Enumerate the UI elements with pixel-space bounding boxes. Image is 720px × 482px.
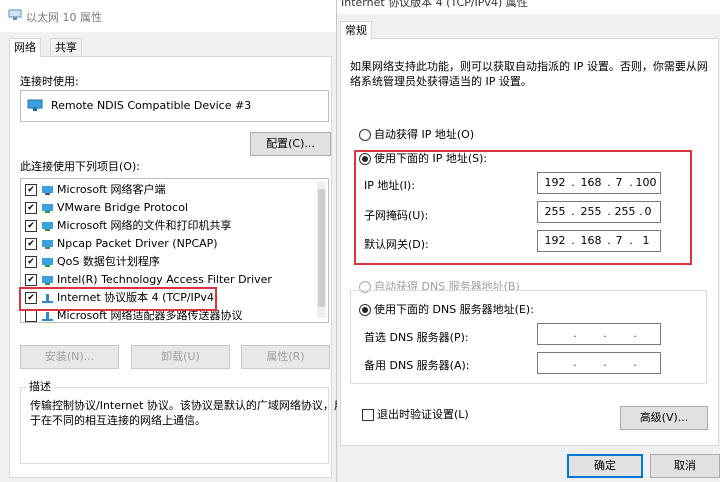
tab-sharing-label: 共享 (55, 41, 77, 54)
ip-octet: 255 (580, 205, 602, 218)
device-name: Remote NDIS Compatible Device #3 (51, 99, 252, 112)
subnet-mask-field[interactable]: 255. 255. 255. 0 (537, 201, 661, 223)
ip-octet: 1 (642, 234, 650, 247)
ip-octet: 192 (544, 176, 566, 189)
ip-octet: 168 (580, 234, 602, 247)
network-component-icon (42, 257, 53, 267)
tab-general[interactable]: 常规 (340, 21, 372, 40)
ip-octet: 192 (544, 234, 566, 247)
ip-address-label: IP 地址(I): (364, 179, 415, 192)
protocol-icon (42, 311, 53, 321)
intro-text: 络系统管理员处获得适当的 IP 设置。 (350, 75, 532, 88)
validate-option[interactable]: 退出时验证设置(L) (362, 406, 469, 422)
ip-octet: 168 (580, 176, 602, 189)
properties-button[interactable]: 属性(R) (241, 345, 330, 369)
auto-ip-label: 自动获得 IP 地址(O) (374, 128, 475, 141)
network-component-icon (42, 185, 53, 195)
manual-dns-label: 使用下面的 DNS 服务器地址(E): (374, 303, 534, 316)
list-item-label: Microsoft 网络客户端 (57, 183, 166, 196)
preferred-dns-field[interactable]: . . . (537, 323, 661, 345)
network-adapter-icon (27, 99, 43, 111)
scrollbar-thumb[interactable] (318, 189, 325, 307)
tab-network-label: 网络 (14, 41, 36, 54)
ip-octet: 7 (615, 234, 623, 247)
ip-dot: . (633, 327, 637, 340)
checkbox[interactable]: ✔ (25, 202, 37, 214)
checkbox[interactable]: ✔ (25, 256, 37, 268)
cancel-button[interactable]: 取消 (650, 454, 720, 478)
configure-button[interactable]: 配置(C)... (250, 132, 331, 156)
items-label: 此连接使用下列项目(O): (20, 160, 140, 173)
gateway-label: 默认网关(D): (364, 238, 429, 251)
device-box: Remote NDIS Compatible Device #3 (20, 90, 329, 122)
radio-button[interactable] (359, 304, 371, 316)
network-component-icon (42, 239, 53, 249)
list-item[interactable]: ✔ QoS 数据包计划程序 (25, 253, 160, 271)
ip-octet: 0 (644, 205, 652, 218)
preferred-dns-label: 首选 DNS 服务器(P): (364, 331, 469, 344)
list-item-label: Microsoft 网络的文件和打印机共享 (57, 219, 232, 232)
right-title-bar: Internet 协议版本 4 (TCP/IPv4) 属性 (337, 0, 720, 14)
description-text: 传输控制协议/Internet 协议。该协议是默认的广域网络协议，用 (30, 399, 345, 412)
checkbox[interactable]: ✔ (25, 274, 37, 286)
network-component-icon (42, 275, 53, 285)
ip-dot: . (573, 356, 577, 369)
list-item[interactable]: ✔ Microsoft 网络的文件和打印机共享 (25, 217, 232, 235)
checkbox[interactable] (25, 310, 37, 322)
advanced-button[interactable]: 高级(V)... (620, 406, 708, 430)
list-scrollbar[interactable] (317, 181, 326, 318)
list-item-label: QoS 数据包计划程序 (57, 255, 160, 268)
alternate-dns-field[interactable]: . . . (537, 352, 661, 374)
list-item[interactable]: ✔ Npcap Packet Driver (NPCAP) (25, 235, 218, 253)
list-item-label: VMware Bridge Protocol (57, 201, 188, 214)
network-adapter-icon (8, 9, 22, 20)
auto-ip-option[interactable]: 自动获得 IP 地址(O) (359, 126, 474, 142)
connect-using-label: 连接时使用: (20, 75, 79, 88)
checkbox[interactable]: ✔ (25, 184, 37, 196)
left-title-bar: 以太网 10 属性 (0, 0, 336, 32)
tab-network[interactable]: 网络 (9, 38, 41, 58)
highlight-box (19, 287, 217, 311)
ip-octet: 7 (615, 176, 623, 189)
gateway-field[interactable]: 192. 168. 7. 1 (537, 230, 661, 252)
description-label: 描述 (26, 378, 54, 394)
list-item[interactable]: ✔ Microsoft 网络客户端 (25, 181, 166, 199)
ip-dot: . (603, 327, 607, 340)
left-dialog-title: 以太网 10 属性 (26, 11, 102, 24)
description-text: 于在不同的相互连接的网络上通信。 (30, 414, 206, 427)
ip-dot: . (573, 327, 577, 340)
tab-sharing[interactable]: 共享 (50, 38, 82, 58)
tab-general-label: 常规 (345, 24, 367, 37)
list-item-label: Intel(R) Technology Access Filter Driver (57, 273, 272, 286)
ip-octet: 255 (544, 205, 566, 218)
ip-octet: 100 (635, 176, 657, 189)
install-button[interactable]: 安装(N)... (20, 345, 119, 369)
network-component-icon (42, 203, 53, 213)
checkbox[interactable]: ✔ (25, 238, 37, 250)
checkbox[interactable] (362, 409, 374, 421)
ip-dot: . (633, 356, 637, 369)
list-item-label: Npcap Packet Driver (NPCAP) (57, 237, 218, 250)
validate-label: 退出时验证设置(L) (377, 408, 469, 421)
list-item[interactable]: ✔ VMware Bridge Protocol (25, 199, 188, 217)
checkbox[interactable]: ✔ (25, 220, 37, 232)
subnet-mask-label: 子网掩码(U): (364, 209, 429, 222)
uninstall-button[interactable]: 卸载(U) (131, 345, 230, 369)
radio-button[interactable] (359, 129, 371, 141)
network-component-icon (42, 221, 53, 231)
ok-button[interactable]: 确定 (567, 454, 643, 478)
manual-dns-option[interactable]: 使用下面的 DNS 服务器地址(E): (359, 301, 537, 317)
ip-address-field[interactable]: 192. 168. 7. 100 (537, 172, 661, 194)
intro-text: 如果网络支持此功能，则可以获取自动指派的 IP 设置。否则，你需要从网 (350, 60, 708, 73)
alternate-dns-label: 备用 DNS 服务器(A): (364, 359, 470, 372)
left-properties-dialog: 以太网 10 属性 网络 共享 连接时使用: Remote NDIS Compa… (0, 0, 345, 482)
ip-dot: . (603, 356, 607, 369)
right-dialog-title: Internet 协议版本 4 (TCP/IPv4) 属性 (341, 0, 528, 9)
